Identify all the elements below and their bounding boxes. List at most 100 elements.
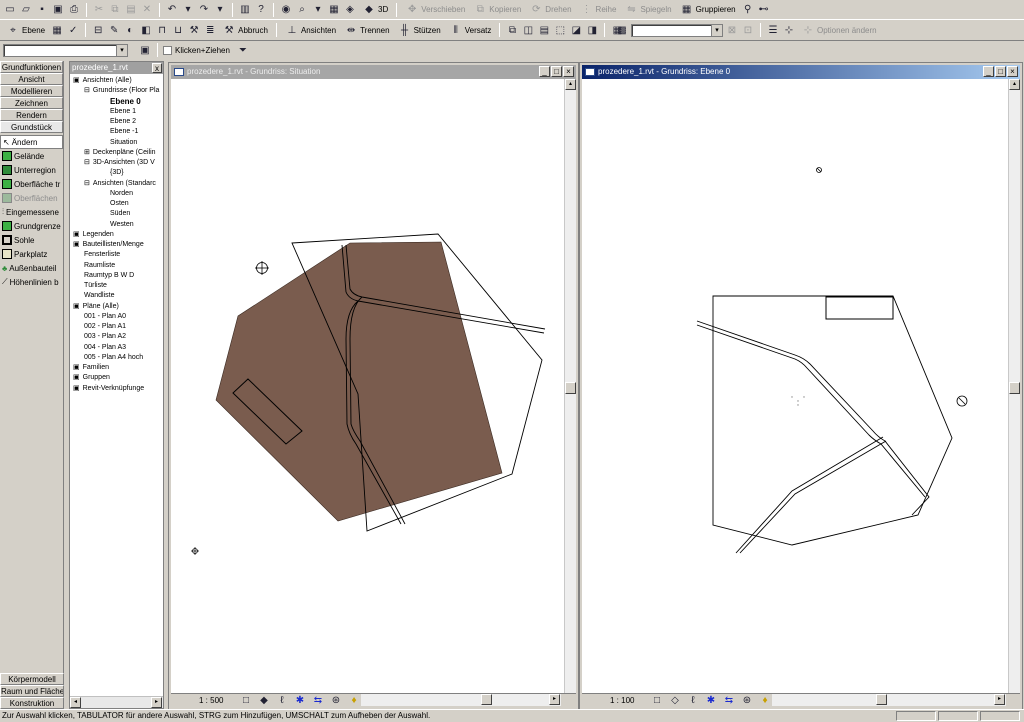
elevations-button[interactable]: ⊥ Ansichten (282, 22, 339, 38)
link-icon[interactable]: ⊷ (757, 3, 771, 17)
expand-toggle-icon[interactable]: ⊟ (84, 159, 90, 166)
temporary-hide-icon[interactable]: ⊛ (740, 694, 754, 708)
view-cube-icon[interactable]: ◉ (279, 3, 293, 17)
measure-icon[interactable]: ◨ (585, 23, 599, 37)
mirror-button[interactable]: ⇋ Spiegeln (621, 2, 674, 18)
expand-toggle-icon[interactable]: ⊟ (84, 180, 90, 187)
crop-region-icon[interactable]: ✱ (704, 694, 718, 708)
toposurface-area[interactable] (215, 241, 503, 522)
edit-type-icon[interactable]: ⊠ (725, 23, 739, 37)
pad-tool[interactable]: Sohle (0, 233, 63, 247)
align-icon[interactable]: ⊟ (91, 23, 105, 37)
expand-toggle-icon[interactable]: ⊞ (84, 149, 90, 156)
paint-icon[interactable]: ◐ (123, 23, 137, 37)
element-properties-icon[interactable]: ▣ (138, 43, 152, 57)
copy-monitor-icon[interactable]: ⧉ (505, 23, 519, 37)
open-folder-icon[interactable]: ▱ (19, 3, 33, 17)
scroll-thumb[interactable] (1009, 382, 1020, 394)
browser-tree-item[interactable]: Westen (110, 220, 134, 230)
redo-icon[interactable]: ↷ (197, 3, 211, 17)
cut-icon[interactable]: ✂ (92, 3, 106, 17)
browser-tree-item[interactable]: 001 - Plan A0 (84, 312, 126, 322)
tile-windows-icon[interactable]: ☰ (766, 23, 780, 37)
tab-zeichnen[interactable]: Zeichnen (0, 97, 63, 109)
maximize-button[interactable]: □ (551, 66, 562, 77)
browser-tree-item[interactable]: {3D} (110, 168, 124, 178)
visual-style-icon[interactable]: ◆ (257, 694, 271, 708)
temporary-hide-icon[interactable]: ⊛ (329, 694, 343, 708)
filter-icon[interactable]: ⏷ (236, 43, 250, 57)
graded-region-tool[interactable]: ⫶ Eingemessene (0, 205, 63, 219)
print-icon[interactable]: ⎙ (67, 3, 81, 17)
paste-icon[interactable]: ▤ (124, 3, 138, 17)
split-face-icon[interactable]: ◧ (139, 23, 153, 37)
browser-tree-item[interactable]: Türliste (84, 281, 107, 291)
tab-rendern[interactable]: Rendern (0, 109, 63, 121)
browser-tree-item[interactable]: ▣ Ansichten (Alle) (73, 76, 132, 86)
browser-tree-item[interactable]: ▣ Revit-Verknüpfunge (73, 384, 144, 394)
sun-path-icon[interactable]: ℓ (275, 694, 289, 708)
rotate-button[interactable]: ⟳ Drehen (526, 2, 574, 18)
select-pinned-icon[interactable]: ◪ (569, 23, 583, 37)
tab-konstruktion[interactable]: Konstruktion (0, 697, 64, 709)
show-crop-icon[interactable]: ⇆ (722, 694, 736, 708)
browser-tree-item[interactable]: Ebene 2 (110, 117, 136, 127)
supports-button[interactable]: ╫ Stützen (395, 22, 444, 38)
browser-tree-item[interactable]: Ebene 1 (110, 107, 136, 117)
scroll-left-arrow[interactable]: ◂ (70, 697, 81, 708)
scroll-right-arrow[interactable]: ▸ (549, 694, 560, 705)
browser-tree-item[interactable]: Raumtyp B W D (84, 271, 134, 281)
close-browser-button[interactable]: x (152, 63, 162, 73)
minimize-button[interactable]: _ (539, 66, 550, 77)
tab-grundfunktionen[interactable]: Grundfunktionen (0, 61, 63, 73)
zoom-icon[interactable]: ⌕ (295, 3, 309, 17)
show-crop-icon[interactable]: ⇆ (311, 694, 325, 708)
floor-plan-canvas[interactable] (582, 79, 1008, 695)
subregion-tool[interactable]: Unterregion (0, 163, 63, 177)
browser-tree-item[interactable]: ▣ Familien (73, 363, 109, 373)
redo-dropdown-icon[interactable]: ▾ (213, 3, 227, 17)
tab-raum-und-flaeche[interactable]: Raum und Fläche (0, 685, 64, 697)
close-button[interactable]: × (1007, 66, 1018, 77)
save-all-icon[interactable]: ▣ (51, 3, 65, 17)
browser-tree-item[interactable]: ⊞ Deckenpläne (Ceilin (84, 148, 156, 158)
parking-tool[interactable]: Parkplatz (0, 247, 63, 261)
copy-button[interactable]: ⧉ Kopieren (470, 2, 524, 18)
check-icon[interactable]: ✓ (66, 23, 80, 37)
view-title-bar[interactable]: prozedere_1.rvt - Grundriss: Ebene 0 _ □… (582, 65, 1020, 79)
browser-tree-item[interactable]: Raumliste (84, 261, 115, 271)
view-scale[interactable]: 1 : 500 (175, 696, 235, 705)
tab-ansicht[interactable]: Ansicht (0, 73, 63, 85)
hscroll-thumb[interactable] (481, 694, 492, 705)
undo-dropdown-icon[interactable]: ▾ (181, 3, 195, 17)
tab-modellieren[interactable]: Modellieren (0, 85, 63, 97)
paste-aligned-icon[interactable]: ◫ (521, 23, 535, 37)
new-file-icon[interactable]: ▭ (3, 3, 17, 17)
view-3d-button[interactable]: ◆ 3D (359, 2, 391, 18)
change-options-button[interactable]: ⊹ Optionen ändern (798, 22, 880, 38)
browser-tree-item[interactable]: Fensterliste (84, 250, 120, 260)
view-title-bar[interactable]: prozedere_1.rvt - Grundriss: Situation _… (171, 65, 576, 79)
view-window-situation[interactable]: prozedere_1.rvt - Grundriss: Situation _… (169, 63, 578, 709)
visual-style-icon[interactable]: ◇ (668, 694, 682, 708)
browser-tree-item[interactable]: 003 - Plan A2 (84, 332, 126, 342)
site-component-tool[interactable]: ♣ Außenbauteil (0, 261, 63, 275)
color-scheme-icon[interactable]: ▩ (615, 23, 629, 37)
close-button[interactable]: × (563, 66, 574, 77)
reveal-hidden-icon[interactable]: ♦ (347, 694, 361, 708)
select-link-icon[interactable]: ⬚ (553, 23, 567, 37)
level-button[interactable]: ⌖ Ebene (3, 22, 48, 38)
project-base-point-symbol[interactable] (191, 547, 199, 555)
delete-icon[interactable]: ✕ (140, 3, 154, 17)
expand-toggle-icon[interactable]: ⊟ (84, 87, 90, 94)
browser-tree-item[interactable]: Osten (110, 199, 129, 209)
building-footprint[interactable] (825, 296, 894, 320)
tab-koerpermodell[interactable]: Körpermodell (0, 673, 64, 685)
match-icon[interactable]: ✎ (107, 23, 121, 37)
zoom-dropdown-icon[interactable]: ▾ (311, 3, 325, 17)
cancel-button[interactable]: ⚒ Abbruch (219, 22, 271, 38)
split-surface-tool[interactable]: Oberfläche tr (0, 177, 63, 191)
modify-tool[interactable]: ↖ Ändern (0, 135, 63, 149)
view-vertical-scrollbar[interactable]: ▴ (1008, 79, 1020, 695)
toposurface-tool[interactable]: Gelände (0, 149, 63, 163)
